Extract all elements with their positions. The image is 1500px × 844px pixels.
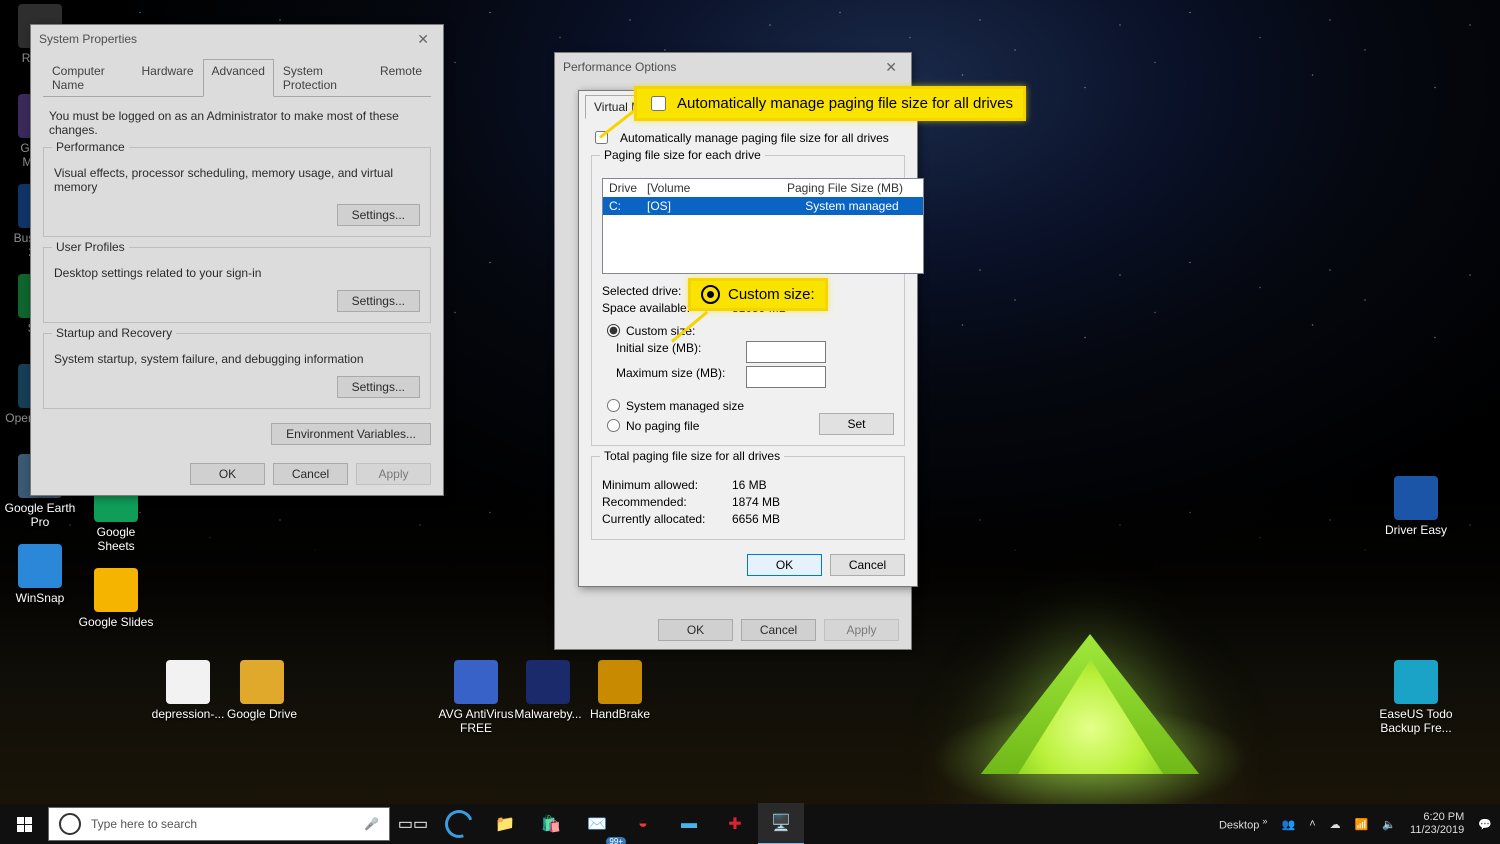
- notifications-icon[interactable]: 💬: [1478, 818, 1492, 831]
- set-button[interactable]: Set: [819, 413, 894, 435]
- profiles-settings-button[interactable]: Settings...: [337, 290, 420, 312]
- drive-row-c[interactable]: C: [OS] System managed: [603, 197, 923, 215]
- tab-hardware[interactable]: Hardware: [132, 59, 202, 96]
- env-vars-button[interactable]: Environment Variables...: [271, 423, 431, 445]
- auto-manage-checkbox[interactable]: Automatically manage paging file size fo…: [591, 128, 905, 147]
- desktop-icon[interactable]: AVG AntiVirus FREE: [438, 660, 514, 736]
- po-ok-button[interactable]: OK: [658, 619, 733, 641]
- cancel-button[interactable]: Cancel: [273, 463, 348, 485]
- app-icon-2[interactable]: ✚: [712, 804, 758, 844]
- desktop-icon[interactable]: Google Drive: [224, 660, 300, 722]
- drive-list[interactable]: Drive[VolumePaging File Size (MB) C: [OS…: [602, 178, 924, 274]
- cortana-icon: [59, 813, 81, 835]
- tray-chevron-icon[interactable]: ˄: [1309, 818, 1315, 830]
- maximum-size-input[interactable]: [746, 366, 826, 388]
- onedrive-icon[interactable]: ☁: [1330, 818, 1341, 831]
- system-properties-window: System Properties ✕ Computer Name Hardwa…: [30, 24, 444, 496]
- performance-settings-button[interactable]: Settings...: [337, 204, 420, 226]
- vivaldi-icon[interactable]: ◒: [620, 804, 666, 844]
- vm-ok-button[interactable]: OK: [747, 554, 822, 576]
- titlebar[interactable]: Performance Options ✕: [555, 53, 911, 81]
- taskbar: Type here to search 🎤 ▭▭ 📁 🛍️ ✉️ ◒ ▬ ✚ 🖥…: [0, 804, 1500, 844]
- callout-auto-manage: Automatically manage paging file size fo…: [634, 86, 1026, 121]
- callout-radio-icon: [701, 285, 720, 304]
- close-icon[interactable]: ✕: [879, 59, 903, 76]
- desktop-icon[interactable]: WinSnap: [2, 544, 78, 606]
- desktop-icon[interactable]: HandBrake: [582, 660, 658, 722]
- titlebar[interactable]: System Properties ✕: [31, 25, 443, 53]
- startup-settings-button[interactable]: Settings...: [337, 376, 420, 398]
- desktop-toolbar[interactable]: Desktop »: [1219, 816, 1268, 832]
- mail-icon[interactable]: ✉️: [574, 804, 620, 844]
- apply-button[interactable]: Apply: [356, 463, 431, 485]
- volume-icon[interactable]: 🔈: [1382, 818, 1396, 831]
- close-icon[interactable]: ✕: [411, 31, 435, 48]
- system-properties-taskbar-icon[interactable]: 🖥️: [758, 803, 804, 844]
- tab-advanced[interactable]: Advanced: [203, 59, 274, 97]
- tab-system-protection[interactable]: System Protection: [274, 59, 371, 96]
- mic-icon[interactable]: 🎤: [364, 817, 379, 831]
- po-cancel-button[interactable]: Cancel: [741, 619, 816, 641]
- store-icon[interactable]: 🛍️: [528, 804, 574, 844]
- tab-remote[interactable]: Remote: [371, 59, 431, 96]
- callout-custom-size: Custom size:: [688, 278, 828, 311]
- radio-no-paging[interactable]: No paging file: [602, 416, 699, 433]
- desktop-icon[interactable]: Driver Easy: [1378, 476, 1454, 538]
- edge-icon[interactable]: [436, 804, 482, 844]
- start-button[interactable]: [0, 804, 48, 844]
- window-title: Performance Options: [563, 60, 676, 74]
- wifi-icon[interactable]: 📶: [1355, 818, 1369, 831]
- initial-size-input[interactable]: [746, 341, 826, 363]
- clock[interactable]: 6:20 PM 11/23/2019: [1410, 811, 1464, 837]
- window-title: System Properties: [39, 32, 137, 46]
- desktop-icon[interactable]: Malwareby...: [510, 660, 586, 722]
- file-explorer-icon[interactable]: 📁: [482, 804, 528, 844]
- ok-button[interactable]: OK: [190, 463, 265, 485]
- admin-note: You must be logged on as an Administrato…: [49, 109, 425, 137]
- desktop-icon[interactable]: depression-...: [150, 660, 226, 722]
- radio-custom-size[interactable]: Custom size:: [602, 321, 894, 338]
- desktop-icon[interactable]: Google Slides: [78, 568, 154, 630]
- task-view-icon[interactable]: ▭▭: [390, 804, 436, 844]
- po-apply-button[interactable]: Apply: [824, 619, 899, 641]
- sysprops-tabs: Computer Name Hardware Advanced System P…: [43, 59, 431, 97]
- callout-checkbox-icon: [651, 96, 666, 111]
- vm-cancel-button[interactable]: Cancel: [830, 554, 905, 576]
- desktop-icon[interactable]: EaseUS Todo Backup Fre...: [1378, 660, 1454, 736]
- app-icon-1[interactable]: ▬: [666, 804, 712, 844]
- tab-computer-name[interactable]: Computer Name: [43, 59, 132, 96]
- virtual-memory-dialog: Virtual Memory Automatically manage pagi…: [578, 90, 918, 587]
- radio-system-managed[interactable]: System managed size: [602, 396, 894, 413]
- people-icon[interactable]: 👥: [1282, 818, 1296, 831]
- search-input[interactable]: Type here to search 🎤: [48, 807, 390, 841]
